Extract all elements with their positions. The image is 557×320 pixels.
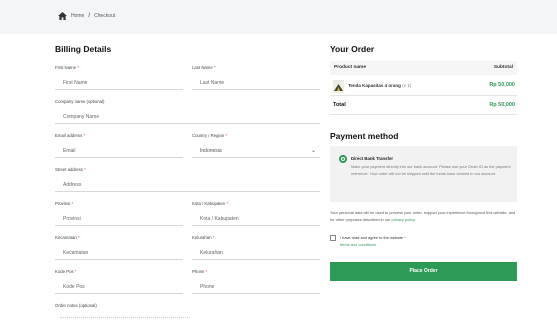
payment-description: Make your payment directly into our bank…: [351, 164, 511, 176]
country-value: Indonesia: [200, 148, 222, 154]
last-name-input[interactable]: [192, 76, 320, 90]
order-notes-label: Order notes (optional): [55, 303, 97, 308]
email-label: Email address *: [55, 133, 86, 138]
district-input[interactable]: [55, 246, 183, 260]
order-total-row: Total Rp 50,000: [330, 97, 517, 115]
product-name: Tenda Kapasitas 4 orang (x 1): [348, 83, 412, 88]
home-icon[interactable]: [58, 12, 67, 20]
total-label: Total: [333, 102, 346, 108]
order-item-row: Tenda Kapasitas 4 orang (x 1) Rp 50,000: [330, 76, 517, 96]
place-order-button[interactable]: Place Order: [330, 262, 517, 281]
province-label: Provinsi *: [55, 201, 74, 206]
col-product: Product name: [334, 65, 366, 70]
payment-title: Payment method: [330, 131, 399, 141]
chevron-down-icon: ⌄: [310, 148, 316, 154]
terms-label: I have read and agree to the website * t…: [340, 235, 406, 247]
country-label: Country / Region *: [192, 133, 228, 138]
payment-method-label[interactable]: Direct Bank Transfer: [351, 156, 393, 161]
product-price: Rp 50,000: [489, 82, 515, 88]
tent-product-image: [333, 80, 344, 93]
breadcrumb-bar: Home / Checkout: [0, 0, 557, 34]
postcode-label: Kode Pos *: [55, 269, 77, 274]
village-input[interactable]: [192, 246, 320, 260]
first-name-input[interactable]: [55, 76, 183, 90]
company-input[interactable]: [55, 110, 320, 124]
privacy-policy-link[interactable]: privacy policy.: [391, 217, 415, 222]
terms-checkbox[interactable]: [330, 235, 336, 241]
province-input[interactable]: [55, 212, 183, 226]
city-label: Kota / Kabupaten *: [192, 201, 229, 206]
company-label: Company name (optional): [55, 99, 105, 104]
phone-input[interactable]: [192, 280, 320, 294]
city-input[interactable]: [192, 212, 320, 226]
first-name-label: First Name *: [55, 65, 79, 70]
street-label: Street address *: [55, 167, 86, 172]
email-input[interactable]: [55, 144, 183, 158]
billing-title: Billing Details: [55, 44, 112, 54]
col-subtotal: Subtotal: [493, 65, 513, 70]
breadcrumb-home[interactable]: Home: [71, 13, 84, 19]
order-table-header: Product name Subtotal: [330, 61, 517, 75]
village-label: Kelurahan *: [192, 235, 215, 240]
breadcrumb-current: Checkout: [94, 13, 116, 19]
order-notes-textarea[interactable]: [60, 317, 190, 318]
bank-transfer-radio[interactable]: [339, 155, 347, 163]
order-title: Your Order: [330, 44, 375, 54]
street-input[interactable]: [55, 178, 320, 192]
country-select[interactable]: Indonesia ⌄: [192, 144, 320, 158]
breadcrumb-separator: /: [88, 13, 91, 19]
breadcrumb: Home / Checkout: [58, 12, 115, 20]
terms-link[interactable]: terms and conditions: [340, 242, 376, 247]
total-value: Rp 50,000: [489, 102, 515, 108]
district-label: Kecamatan *: [55, 235, 80, 240]
last-name-label: Last Name *: [192, 65, 216, 70]
privacy-notice: Your personal data will be used to proce…: [330, 210, 516, 223]
postcode-input[interactable]: [55, 280, 183, 294]
phone-label: Phone *: [192, 269, 208, 274]
